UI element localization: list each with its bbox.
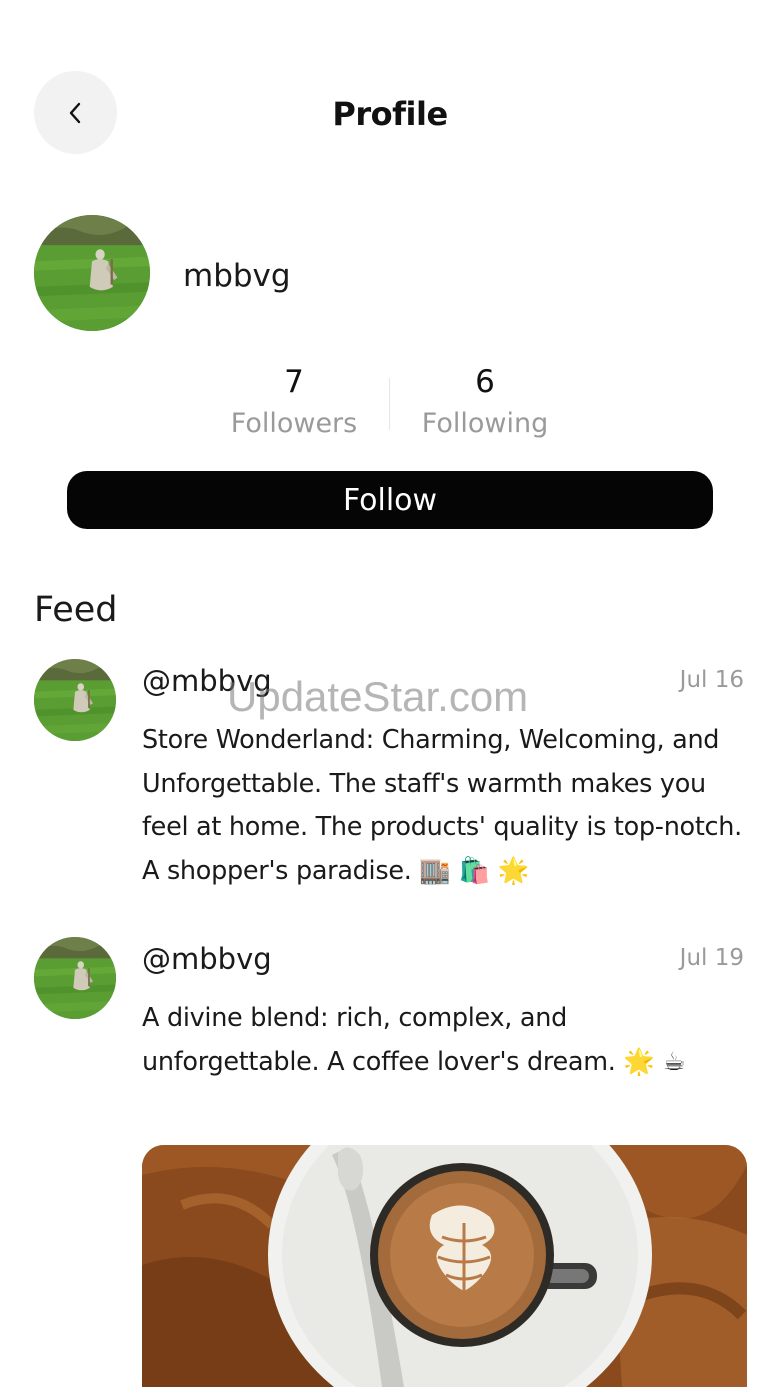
- following-label: Following: [421, 408, 549, 439]
- post-handle[interactable]: @mbbvg: [142, 940, 272, 978]
- page-title: Profile: [332, 95, 448, 133]
- profile-username: mbbvg: [183, 258, 291, 294]
- followers-label: Followers: [230, 408, 358, 439]
- post-date: Jul 19: [679, 945, 744, 971]
- following-stat[interactable]: 6 Following: [385, 362, 585, 444]
- followers-count: 7: [284, 364, 304, 400]
- post-date: Jul 16: [679, 667, 744, 693]
- post-avatar[interactable]: [34, 937, 116, 1019]
- follow-button[interactable]: Follow: [67, 471, 713, 529]
- post-handle[interactable]: @mbbvg: [142, 662, 272, 700]
- following-count: 6: [475, 364, 495, 400]
- feed-title: Feed: [34, 590, 118, 630]
- post-text: Store Wonderland: Charming, Welcoming, a…: [142, 725, 742, 886]
- post-image[interactable]: [142, 1145, 747, 1387]
- profile-avatar: [34, 215, 150, 331]
- followers-stat[interactable]: 7 Followers: [194, 362, 394, 444]
- post-avatar[interactable]: [34, 659, 116, 741]
- post-text: A divine blend: rich, complex, and unfor…: [142, 1003, 686, 1077]
- watermark: UpdateStar.com: [227, 673, 529, 720]
